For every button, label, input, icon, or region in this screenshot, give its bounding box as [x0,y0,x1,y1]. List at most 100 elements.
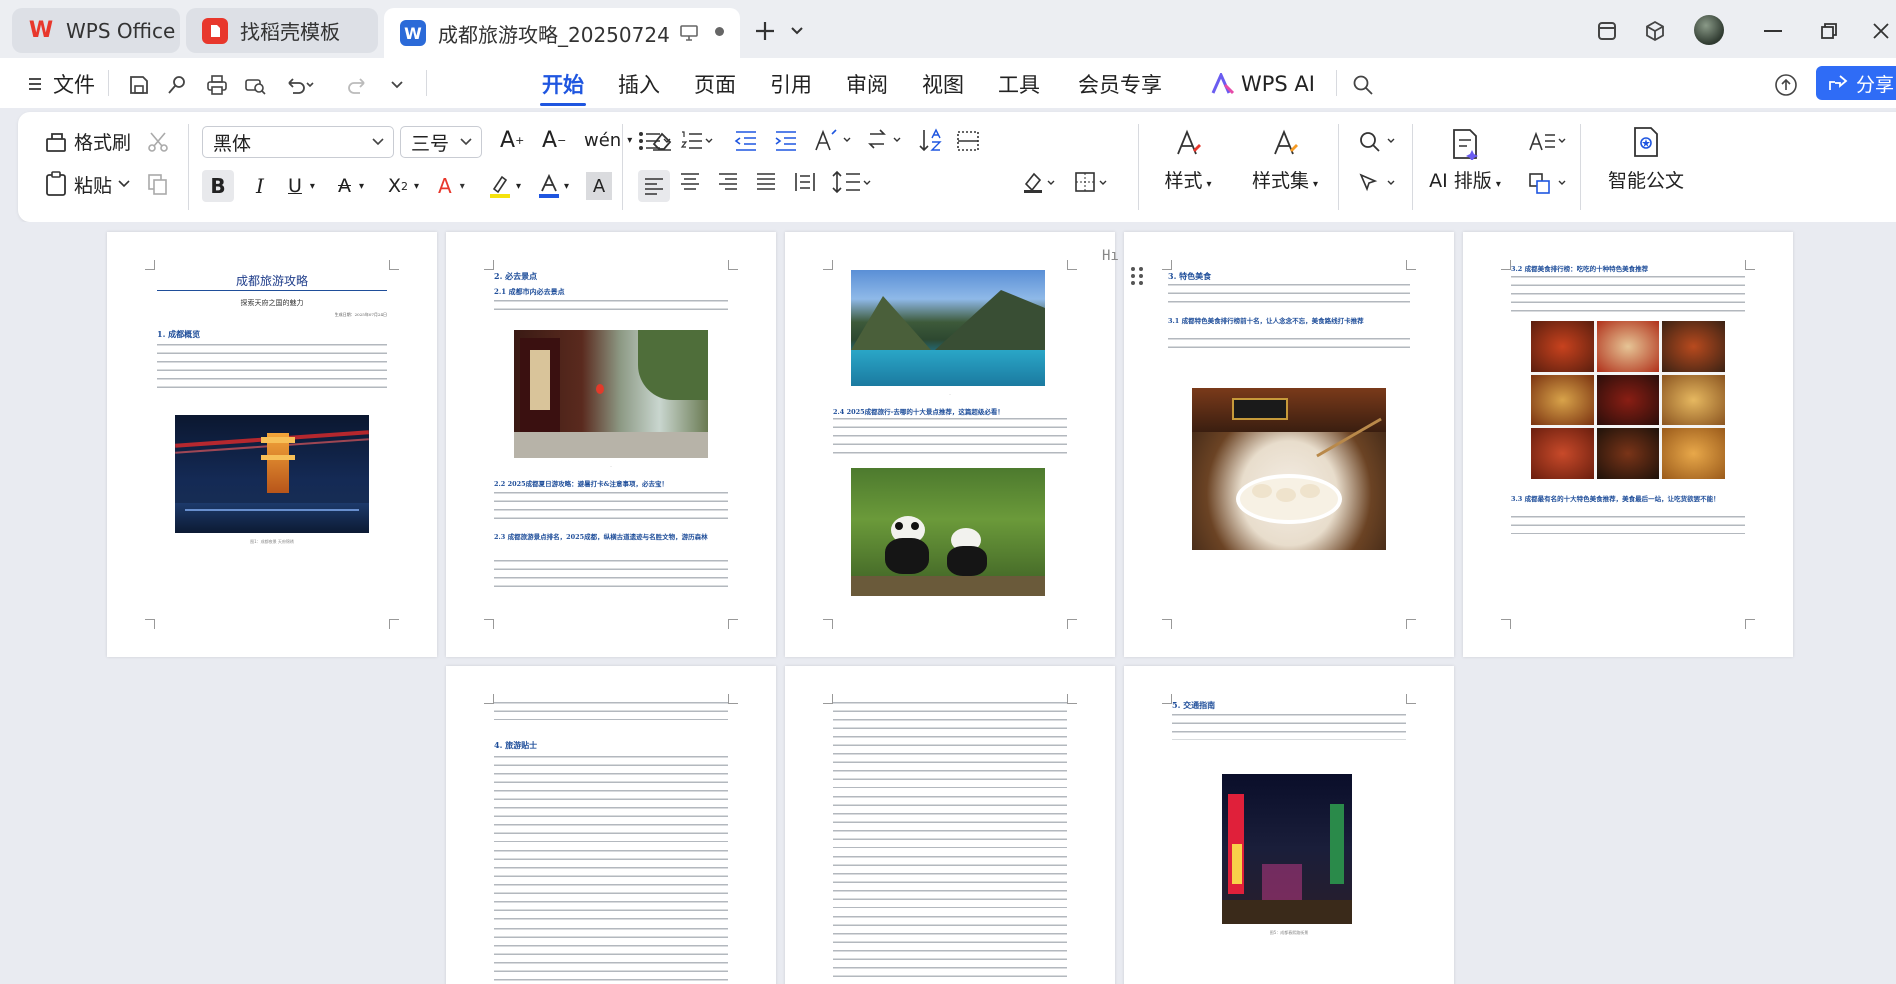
minimize-icon[interactable] [1756,16,1790,46]
text-effect-button[interactable]: A ▾ [438,170,465,202]
strikethrough-button[interactable]: A ▾ [338,170,364,202]
page-2[interactable]: 2. 必去景点 2.1 成都市内必去景点 · 2.2 2025成都夏日游攻略：避… [446,232,776,657]
font-name-select[interactable]: 黑体 [202,126,394,158]
page-6[interactable]: 4. 旅游贴士 [446,666,776,984]
text-direction-button[interactable] [814,128,852,152]
figure-caption: 图1：成都夜景 天府锦绣 [250,539,294,544]
font-size-select[interactable]: 三号 [400,126,482,158]
tab-home[interactable]: 开始 [532,68,594,106]
file-menu[interactable]: 文件 [26,68,96,100]
superscript-button[interactable]: X 2 ▾ [388,170,419,202]
borders-button[interactable] [1074,170,1110,194]
drag-handle-icon[interactable]: Hı [1102,248,1120,270]
align-left-button[interactable] [638,170,670,202]
format-painter-button[interactable]: 格式刷 [44,128,131,155]
show-marks-button[interactable] [956,130,980,152]
cloud-upload-icon[interactable] [1770,70,1802,100]
print-preview-icon[interactable] [240,70,270,100]
cut-button[interactable] [146,130,170,154]
section-heading: 3. 特色美食 [1168,271,1212,281]
increase-indent-button[interactable] [774,130,798,152]
docer-icon [202,17,228,44]
close-icon[interactable] [1866,16,1896,46]
tab-document[interactable]: W 成都旅游攻略_20250724.docx [384,8,740,58]
font-color-button[interactable]: ▾ [538,170,569,202]
more-chevron-icon[interactable] [384,70,410,100]
food-grid-image [1531,321,1725,479]
align-center-button[interactable] [680,172,700,190]
distribute-button[interactable] [794,172,816,192]
sort-button[interactable] [918,128,942,152]
tab-insert[interactable]: 插入 [608,68,670,100]
bold-button[interactable]: B [202,170,234,202]
tab-list-chevron-icon[interactable] [786,18,808,44]
tab-docer-templates[interactable]: 找稻壳模板 [186,8,378,53]
tab-review[interactable]: 审阅 [836,68,898,100]
text-layout-button[interactable] [1528,130,1568,154]
scissors-icon [148,132,168,152]
unsaved-dot-icon[interactable] [715,27,724,36]
cube-icon[interactable] [1640,16,1670,46]
menu-bar: 文件 开始 插入 页面 引用 审阅 视图 工具 会员专享 WPS AI 分享 [0,58,1896,108]
undo-icon[interactable] [280,70,320,100]
char-shading-button[interactable]: A [586,172,612,200]
style-set-label: 样式集 [1251,170,1309,192]
align-right-button[interactable] [718,172,738,190]
document-canvas[interactable]: 成都旅游攻略 探索天府之国的魅力 生成日期：2025年07月24日 1. 成都概… [0,222,1896,984]
chunxi-road-image [1222,774,1352,924]
shapes-button[interactable] [1528,172,1568,196]
night-tower-image [175,415,369,533]
phonetic-guide-icon[interactable]: wén ▾ [584,130,632,151]
ai-layout-button[interactable]: AI 排版 ▾ [1424,128,1506,193]
underline-button[interactable]: U ▾ [288,170,315,202]
tab-page[interactable]: 页面 [684,68,746,100]
print-icon[interactable] [202,70,232,100]
bullet-list-button[interactable] [638,130,672,152]
numbered-list-button[interactable] [680,130,714,152]
styles-button[interactable]: 样式 ▾ [1152,128,1224,193]
line-spacing-button[interactable] [832,170,872,194]
page-3[interactable]: · 2.4 2025成都旅行-去哪的十大景点推荐，这篇超级必看！ [785,232,1115,657]
kuanzhai-alley-image [514,330,708,458]
style-set-button[interactable]: 样式集 ▾ [1242,128,1328,193]
section-heading: 5. 交通指南 [1172,700,1216,710]
select-button[interactable] [1358,172,1398,196]
highlight-button[interactable]: ▾ [488,170,521,202]
drag-grip-icon[interactable] [1130,266,1144,286]
highlighter-icon [490,175,510,198]
shading-button[interactable] [1022,170,1058,194]
page-5[interactable]: 3.2 成都美食排行榜：吃吃的十种特色美食推荐 3.3 成都最有名的十大特色美食… [1463,232,1793,657]
ai-layout-icon [1453,129,1478,160]
wps-ai-button[interactable]: WPS AI [1200,68,1326,100]
save-icon[interactable] [124,70,154,100]
decrease-indent-button[interactable] [734,130,758,152]
page-7[interactable] [785,666,1115,984]
window-layout-icon[interactable] [1592,16,1622,46]
sort-chinese-button[interactable] [866,128,904,152]
page-1[interactable]: 成都旅游攻略 探索天府之国的魅力 生成日期：2025年07月24日 1. 成都概… [107,232,437,657]
share-link-icon[interactable] [162,70,192,100]
tab-tools[interactable]: 工具 [988,68,1050,100]
tab-view[interactable]: 视图 [912,68,974,100]
redo-icon[interactable] [342,70,372,100]
new-tab-button[interactable] [748,14,782,48]
restore-icon[interactable] [1812,16,1846,46]
page-4[interactable]: 3. 特色美食 3.1 成都特色美食排行榜前十名，让人念念不忘，美食路线打卡推荐 [1124,232,1454,657]
italic-button[interactable]: I [246,170,274,202]
find-button[interactable] [1358,130,1398,154]
tab-references[interactable]: 引用 [760,68,822,100]
search-icon[interactable] [1348,70,1378,100]
page-8[interactable]: 5. 交通指南 图5：成都春熙路街景 [1124,666,1454,984]
justify-button[interactable] [756,172,776,190]
share-button[interactable]: 分享 [1816,66,1896,100]
tab-wps-office[interactable]: W WPS Office [12,8,180,53]
user-avatar[interactable] [1694,15,1724,45]
smart-doc-icon [1634,127,1658,157]
tab-member[interactable]: 会员专享 [1068,68,1172,100]
grow-font-icon[interactable]: A + [500,128,524,153]
smart-doc-label: 智能公文 [1607,170,1684,192]
paste-button[interactable]: 粘贴 [44,170,130,198]
smart-doc-button[interactable]: 智能公文 [1596,126,1696,193]
shrink-font-icon[interactable]: A − [542,128,566,153]
copy-button[interactable] [146,172,170,196]
